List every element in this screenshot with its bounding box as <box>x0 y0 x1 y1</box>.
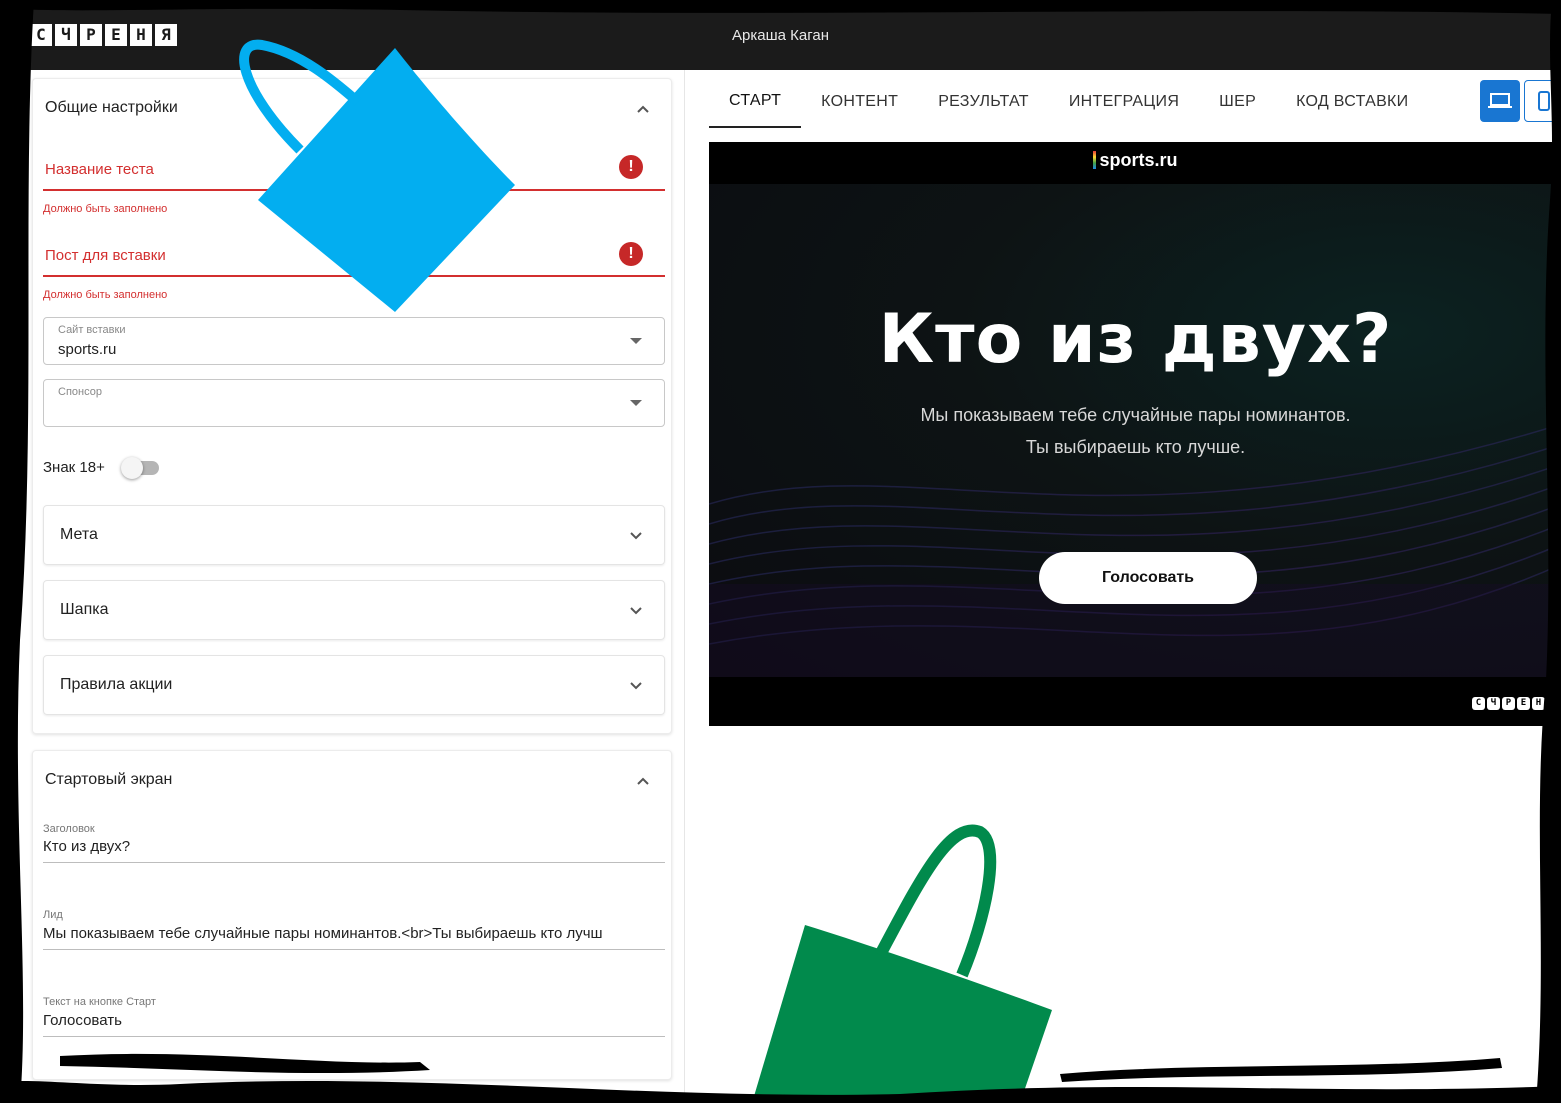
preview-subtitle-line: Ты выбираешь кто лучше. <box>1025 437 1246 457</box>
chevron-up-icon[interactable] <box>635 101 651 117</box>
button-text-underline <box>43 1036 665 1037</box>
tab-result[interactable]: РЕЗУЛЬТАТ <box>918 76 1049 128</box>
site-select[interactable]: Сайт вставки sports.ru <box>43 317 665 365</box>
preview-subtitle: Мы показываем тебе случайные пары номина… <box>709 399 1561 463</box>
lead-underline <box>43 949 665 950</box>
heading-label: Заголовок <box>43 823 95 835</box>
accordion-label: Правила акции <box>60 676 173 693</box>
preview-footer-logo: С Ч Р Е Н Я <box>1472 697 1560 710</box>
logo-letter: Я <box>1547 697 1560 710</box>
preview-subtitle-line: Мы показываем тебе случайные пары номина… <box>920 405 1351 425</box>
preview-title: Кто из двух? <box>878 300 1393 379</box>
heading-underline <box>43 862 665 863</box>
dropdown-arrow-icon <box>630 338 642 344</box>
settings-panel: Общие настройки Название теста ! Должно … <box>24 70 684 1103</box>
accordion-meta[interactable]: Мета <box>43 505 665 565</box>
brand-bar-icon <box>1093 151 1097 169</box>
button-text-label: Текст на кнопке Старт <box>43 996 156 1008</box>
vote-button[interactable]: Голосовать <box>1039 552 1257 604</box>
embed-post-field[interactable]: Пост для вставки <box>45 247 166 264</box>
sports-brand: sports.ru <box>709 150 1561 171</box>
mobile-view-button[interactable] <box>1524 80 1561 122</box>
top-bar: С Ч Р Е Н Я Аркаша Каган <box>0 0 1561 70</box>
chevron-down-icon <box>630 682 642 690</box>
site-select-label: Сайт вставки <box>58 324 126 336</box>
accordion-label: Шапка <box>60 601 109 618</box>
chevron-down-icon <box>630 607 642 615</box>
mobile-icon <box>1538 91 1550 111</box>
test-name-error: Должно быть заполнено <box>43 203 168 215</box>
embed-post-error: Должно быть заполнено <box>43 289 168 301</box>
desktop-view-button[interactable] <box>1480 80 1520 122</box>
tab-bar: СТАРТ КОНТЕНТ РЕЗУЛЬТАТ ИНТЕГРАЦИЯ ШЕР К… <box>709 70 1428 142</box>
error-icon: ! <box>619 155 643 179</box>
chevron-down-icon <box>630 532 642 540</box>
section-title[interactable]: Общие настройки <box>45 99 178 117</box>
accordion-header[interactable]: Шапка <box>43 580 665 640</box>
lead-input[interactable]: Мы показываем тебе случайные пары номина… <box>43 925 665 942</box>
start-screen-card: Стартовый экран Заголовок Кто из двух? Л… <box>32 750 672 1080</box>
logo-letter: Ч <box>1487 697 1500 710</box>
button-text-input[interactable]: Голосовать <box>43 1012 665 1029</box>
test-name-underline <box>43 189 665 191</box>
logo-letter: С <box>1472 697 1485 710</box>
age-badge-label: Знак 18+ <box>43 459 105 476</box>
general-settings-card: Общие настройки Название теста ! Должно … <box>32 78 672 734</box>
sponsor-select-label: Спонсор <box>58 386 102 398</box>
preview-panel: СТАРТ КОНТЕНТ РЕЗУЛЬТАТ ИНТЕГРАЦИЯ ШЕР К… <box>684 70 1561 1103</box>
embed-post-underline <box>43 275 665 277</box>
sponsor-select[interactable]: Спонсор <box>43 379 665 427</box>
chevron-up-icon[interactable] <box>635 773 651 789</box>
brand-text: sports.ru <box>1099 150 1178 170</box>
dropdown-arrow-icon <box>630 400 642 406</box>
desktop-icon <box>1488 93 1512 108</box>
accordion-label: Мета <box>60 526 98 543</box>
tab-embed-code[interactable]: КОД ВСТАВКИ <box>1276 76 1428 128</box>
site-select-value: sports.ru <box>58 341 117 358</box>
tab-share[interactable]: ШЕР <box>1199 76 1276 128</box>
logo-letter: Н <box>1532 697 1545 710</box>
quiz-preview: sports.ru Кто из двух? Мы показываем теб… <box>709 142 1561 726</box>
age-badge-toggle[interactable] <box>121 454 161 480</box>
toggle-knob <box>121 457 143 479</box>
preview-hero: Кто из двух? Мы показываем тебе случайны… <box>709 184 1561 677</box>
username[interactable]: Аркаша Каган <box>0 27 1561 44</box>
error-icon: ! <box>619 242 643 266</box>
test-name-field[interactable]: Название теста <box>45 161 154 178</box>
section-title[interactable]: Стартовый экран <box>45 771 172 789</box>
heading-input[interactable]: Кто из двух? <box>43 838 665 855</box>
lead-label: Лид <box>43 909 63 921</box>
logo-letter: Р <box>1502 697 1515 710</box>
tab-content[interactable]: КОНТЕНТ <box>801 76 918 128</box>
tab-integration[interactable]: ИНТЕГРАЦИЯ <box>1049 76 1199 128</box>
tab-start[interactable]: СТАРТ <box>709 76 802 128</box>
logo-letter: Е <box>1517 697 1530 710</box>
accordion-rules[interactable]: Правила акции <box>43 655 665 715</box>
